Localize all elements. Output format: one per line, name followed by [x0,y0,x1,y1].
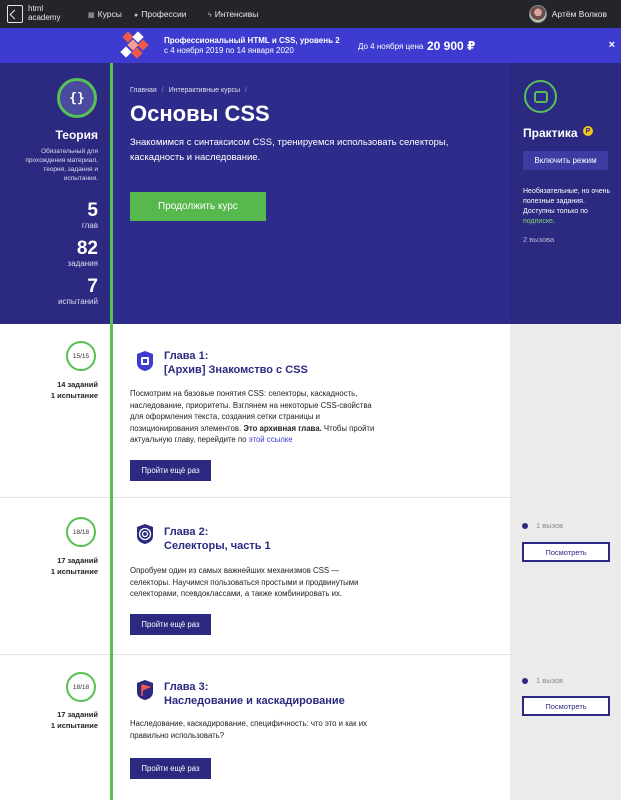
stat-chapters-label: глав [81,221,98,230]
theory-panel: {} Теория Обязательный для прохождения м… [0,63,112,324]
practice-title: Практика [523,126,578,140]
progress-line [110,63,113,800]
course-description: Знакомимся с синтаксисом CSS, тренируемс… [130,137,449,163]
bulb-icon: ● [134,12,139,19]
flag-chapter-icon [135,679,155,701]
chapter-title[interactable]: Глава 1: [Архив] Знакомство с CSS [164,349,308,377]
nav-item-intensives[interactable]: ϟ Интенсивы [208,9,258,19]
chapter-progress-circle: 18/18 [66,517,96,547]
chapter-description: Опробуем один из самых важнейших механиз… [130,566,359,598]
promo-banner[interactable]: Профессиональный HTML и CSS, уровень 2 с… [0,28,621,63]
promo-title: Профессиональный HTML и CSS, уровень 2 [164,36,340,45]
chapter-stats: 17 заданий 1 испытание [51,555,98,577]
promo-cubes-icon [120,31,150,60]
breadcrumb-home[interactable]: Главная [130,87,157,94]
chapter-progress-circle: 15/15 [66,341,96,371]
stat-tasks-label: задания [67,259,98,268]
practice-calls-count: 2 вызова [523,235,555,244]
chapter-stats: 14 заданий 1 испытание [51,379,98,401]
practice-calls: 1 вызов [522,676,563,685]
practice-calls: 1 вызов [522,521,563,530]
stat-tasks-number: 82 [76,238,98,259]
retry-chapter-button[interactable]: Пройти ещё раз [130,758,211,779]
dot-icon [522,522,528,529]
logo-line-1: html [28,4,44,13]
nav-item-courses[interactable]: ▦ Курсы [88,9,122,19]
user-menu[interactable]: Артём Волков [528,4,607,24]
chapter-divider [0,654,510,655]
dot-icon [522,677,528,684]
chapter-trials-count: 1 испытание [50,391,98,400]
breadcrumb: Главная / Интерактивные курсы / [130,87,247,94]
robot-icon [524,80,557,113]
chapter-trials-count: 1 испытание [50,721,98,730]
chapter-stats: 17 заданий 1 испытание [51,709,98,731]
nav-item-courses-label: Курсы [97,9,122,19]
theory-description: Обязательный для прохождения материал, т… [25,148,98,182]
chapter-title[interactable]: Глава 3: Наследование и каскадирование [164,680,345,708]
chapter-tasks-count: 14 заданий [57,380,98,389]
logo-mark-icon [7,5,23,23]
breadcrumb-interactive-courses[interactable]: Интерактивные курсы [169,87,240,94]
theory-title: Теория [55,128,98,142]
actual-chapter-link[interactable]: этой ссылке [249,435,293,444]
stat-trials-label: испытаний [58,297,98,306]
enable-practice-button[interactable]: Включить режим [523,151,608,170]
practice-note: Необязательные, но очень полезные задани… [523,188,611,225]
html-academy-logo[interactable]: html academy [7,4,61,24]
top-navigation: html academy ▦ Курсы ● Профессии ϟ Интенсив… [0,0,621,28]
chapter-tasks-count: 17 заданий [57,710,98,719]
retry-chapter-button[interactable]: Пройти ещё раз [130,614,211,635]
target-chapter-icon [135,523,155,545]
bolt-icon: ϟ [208,12,212,19]
retry-chapter-button[interactable]: Пройти ещё раз [130,460,211,481]
continue-course-button[interactable]: Продолжить курс [130,192,266,221]
avatar [528,5,547,23]
logo-line-2: academy [28,13,61,22]
user-name: Артём Волков [551,9,607,19]
archive-chapter-icon [135,350,155,372]
nav-item-professions[interactable]: ● Профессии [134,9,187,19]
promo-dates: с 4 ноября 2019 по 14 января 2020 [164,46,294,55]
stat-trials-number: 7 [87,276,98,297]
chapter-description: Наследование, каскадирование, специфично… [130,719,367,740]
chapter-title[interactable]: Глава 2: Селекторы, часть 1 [164,525,271,553]
course-hero: Главная / Интерактивные курсы / Основы CSS … [112,63,510,324]
stat-chapters-number: 5 [87,200,98,221]
view-practice-button[interactable]: Посмотреть [522,696,610,716]
chapter-description: Посмотрим на базовые понятия CSS: селект… [130,389,375,444]
practice-panel: Практика P Включить режим Необязательные… [510,63,621,324]
curly-braces-icon: {} [57,78,97,118]
nav-item-professions-label: Профессии [141,9,187,19]
premium-badge-icon: P [583,126,593,136]
promo-price-prefix: До 4 ноября цена [358,42,424,51]
chapter-trials-count: 1 испытание [50,567,98,576]
promo-price: 20 900 ₽ [427,39,476,53]
subscription-link[interactable]: подписке [523,218,553,225]
practice-column [510,324,621,800]
view-practice-button[interactable]: Посмотреть [522,542,610,562]
page-title: Основы CSS [130,101,270,126]
chapter-progress-circle: 18/18 [66,672,96,702]
nav-item-intensives-label: Интенсивы [214,9,259,19]
chapter-tasks-count: 17 заданий [57,556,98,565]
chapter-divider [0,497,510,498]
close-icon[interactable]: × [609,39,615,51]
grid-icon: ▦ [88,12,95,19]
